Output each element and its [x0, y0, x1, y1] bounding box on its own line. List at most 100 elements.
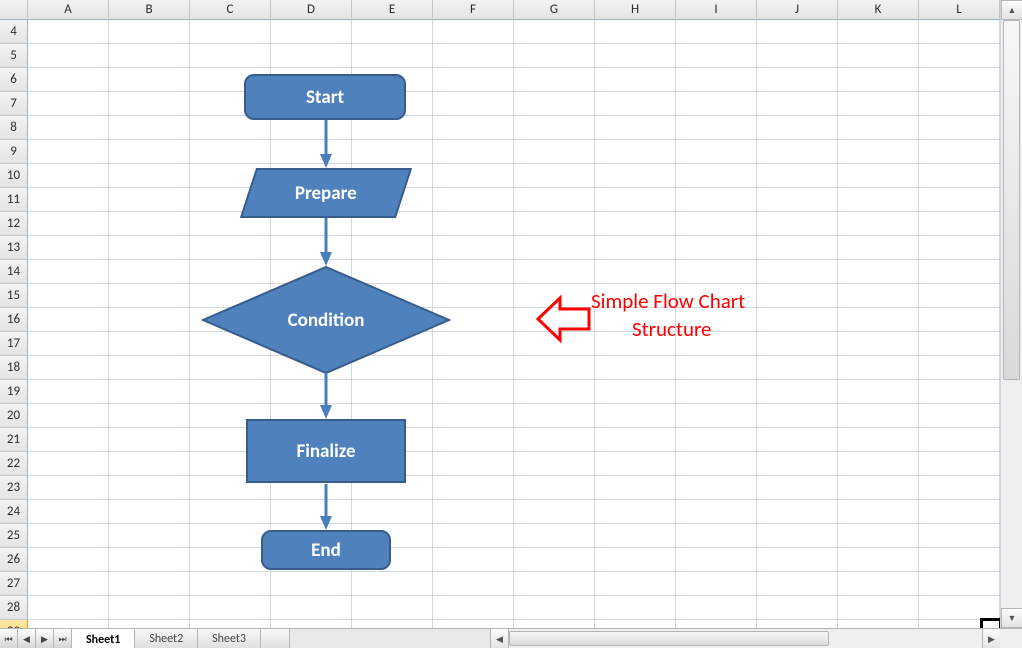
cell-K13[interactable]	[838, 236, 919, 260]
cell-L13[interactable]	[919, 236, 1000, 260]
cell-H20[interactable]	[595, 404, 676, 428]
cell-B27[interactable]	[109, 572, 190, 596]
cell-B9[interactable]	[109, 140, 190, 164]
cell-K5[interactable]	[838, 44, 919, 68]
cell-I4[interactable]	[676, 20, 757, 44]
cell-H6[interactable]	[595, 68, 676, 92]
hscroll-thumb[interactable]	[509, 631, 829, 646]
col-header-E[interactable]: E	[352, 0, 433, 20]
cell-F25[interactable]	[433, 524, 514, 548]
cell-F26[interactable]	[433, 548, 514, 572]
scroll-down-button[interactable]: ▼	[1001, 608, 1022, 628]
cell-H4[interactable]	[595, 20, 676, 44]
cell-H11[interactable]	[595, 188, 676, 212]
cell-I14[interactable]	[676, 260, 757, 284]
cell-I18[interactable]	[676, 356, 757, 380]
row-header-26[interactable]: 26	[0, 548, 28, 572]
row-header-24[interactable]: 24	[0, 500, 28, 524]
row-header-10[interactable]: 10	[0, 164, 28, 188]
cell-J4[interactable]	[757, 20, 838, 44]
cell-A8[interactable]	[28, 116, 109, 140]
cell-K18[interactable]	[838, 356, 919, 380]
cell-D5[interactable]	[271, 44, 352, 68]
cell-F27[interactable]	[433, 572, 514, 596]
cell-G23[interactable]	[514, 476, 595, 500]
cell-A26[interactable]	[28, 548, 109, 572]
cell-L28[interactable]	[919, 596, 1000, 620]
cell-I13[interactable]	[676, 236, 757, 260]
col-header-A[interactable]: A	[28, 0, 109, 20]
cell-I9[interactable]	[676, 140, 757, 164]
cell-G22[interactable]	[514, 452, 595, 476]
row-header-5[interactable]: 5	[0, 44, 28, 68]
new-sheet-button[interactable]	[261, 629, 290, 648]
cell-A18[interactable]	[28, 356, 109, 380]
cell-J16[interactable]	[757, 308, 838, 332]
row-header-28[interactable]: 28	[0, 596, 28, 620]
cell-B20[interactable]	[109, 404, 190, 428]
row-header-14[interactable]: 14	[0, 260, 28, 284]
cell-H7[interactable]	[595, 92, 676, 116]
cell-F13[interactable]	[433, 236, 514, 260]
cell-B6[interactable]	[109, 68, 190, 92]
cell-H22[interactable]	[595, 452, 676, 476]
cell-A5[interactable]	[28, 44, 109, 68]
cell-K4[interactable]	[838, 20, 919, 44]
cell-K23[interactable]	[838, 476, 919, 500]
cell-B14[interactable]	[109, 260, 190, 284]
cell-F11[interactable]	[433, 188, 514, 212]
col-header-B[interactable]: B	[109, 0, 190, 20]
cell-B12[interactable]	[109, 212, 190, 236]
cell-F5[interactable]	[433, 44, 514, 68]
cell-A19[interactable]	[28, 380, 109, 404]
cell-L21[interactable]	[919, 428, 1000, 452]
cell-C25[interactable]	[190, 524, 271, 548]
row-header-12[interactable]: 12	[0, 212, 28, 236]
cell-L25[interactable]	[919, 524, 1000, 548]
cell-K7[interactable]	[838, 92, 919, 116]
cell-G18[interactable]	[514, 356, 595, 380]
cell-F28[interactable]	[433, 596, 514, 620]
col-header-H[interactable]: H	[595, 0, 676, 20]
cell-L16[interactable]	[919, 308, 1000, 332]
cell-J25[interactable]	[757, 524, 838, 548]
cell-A20[interactable]	[28, 404, 109, 428]
cell-K14[interactable]	[838, 260, 919, 284]
cell-L10[interactable]	[919, 164, 1000, 188]
row-header-9[interactable]: 9	[0, 140, 28, 164]
cell-K26[interactable]	[838, 548, 919, 572]
cell-K20[interactable]	[838, 404, 919, 428]
cell-K12[interactable]	[838, 212, 919, 236]
callout-arrow[interactable]	[536, 292, 591, 347]
cell-J23[interactable]	[757, 476, 838, 500]
cell-F9[interactable]	[433, 140, 514, 164]
cell-I27[interactable]	[676, 572, 757, 596]
cell-I21[interactable]	[676, 428, 757, 452]
cell-I5[interactable]	[676, 44, 757, 68]
row-header-19[interactable]: 19	[0, 380, 28, 404]
cell-J14[interactable]	[757, 260, 838, 284]
cell-D9[interactable]	[271, 140, 352, 164]
row-header-16[interactable]: 16	[0, 308, 28, 332]
cell-A4[interactable]	[28, 20, 109, 44]
cell-I24[interactable]	[676, 500, 757, 524]
cell-B11[interactable]	[109, 188, 190, 212]
cell-L24[interactable]	[919, 500, 1000, 524]
cell-B19[interactable]	[109, 380, 190, 404]
cell-A12[interactable]	[28, 212, 109, 236]
cell-H18[interactable]	[595, 356, 676, 380]
cell-I7[interactable]	[676, 92, 757, 116]
cell-B5[interactable]	[109, 44, 190, 68]
row-header-17[interactable]: 17	[0, 332, 28, 356]
cell-G20[interactable]	[514, 404, 595, 428]
cell-L14[interactable]	[919, 260, 1000, 284]
col-header-I[interactable]: I	[676, 0, 757, 20]
cell-C19[interactable]	[190, 380, 271, 404]
cell-L23[interactable]	[919, 476, 1000, 500]
cell-L27[interactable]	[919, 572, 1000, 596]
cell-H12[interactable]	[595, 212, 676, 236]
cell-A11[interactable]	[28, 188, 109, 212]
cell-H23[interactable]	[595, 476, 676, 500]
cell-G21[interactable]	[514, 428, 595, 452]
spreadsheet-grid[interactable]: ABCDEFGHIJKL 456789101112131415161718192…	[0, 0, 1000, 628]
